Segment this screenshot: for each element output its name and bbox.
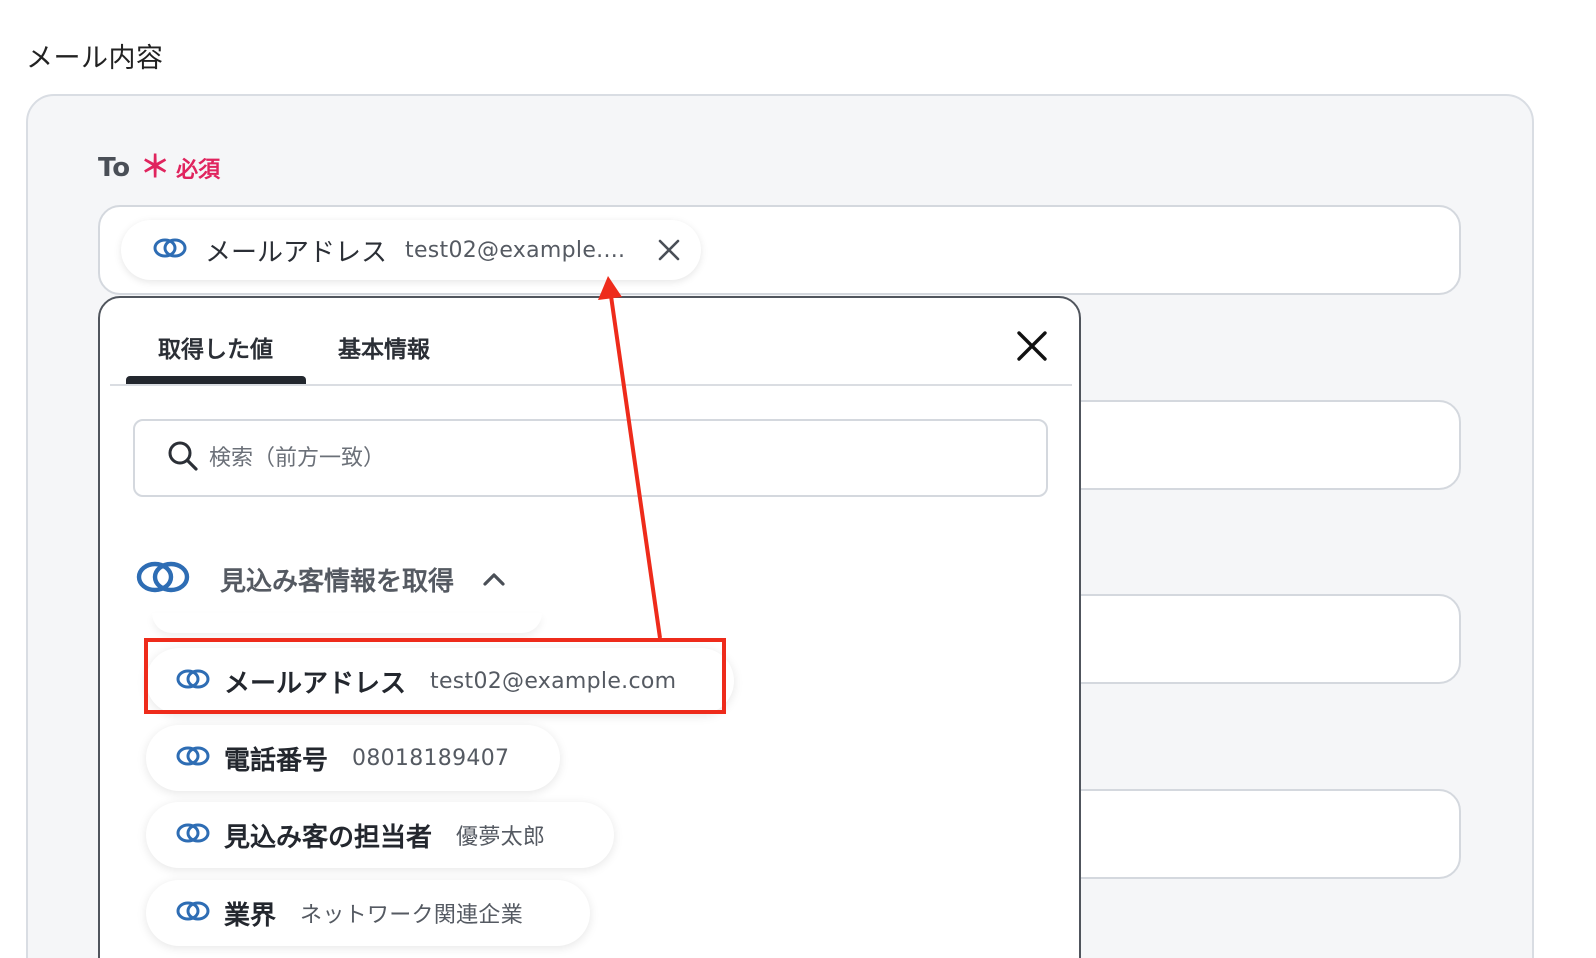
tab-basic-info[interactable]: 基本情報	[338, 330, 430, 364]
tab-acquired-values[interactable]: 取得した値	[158, 330, 273, 364]
link-rings-icon	[136, 559, 190, 599]
chip-value: test02@example....	[405, 237, 626, 263]
group-title: 見込み客情報を取得	[220, 566, 455, 597]
link-rings-icon	[176, 745, 210, 771]
chevron-up-icon[interactable]	[482, 567, 506, 591]
list-item-value: ネットワーク関連企業	[300, 903, 524, 928]
list-item-label: メールアドレス	[224, 668, 407, 699]
link-rings-icon	[176, 900, 210, 926]
to-label-text: To	[98, 153, 131, 183]
chip-label: メールアドレス	[205, 237, 388, 268]
link-rings-icon	[153, 237, 187, 263]
list-item-label: 業界	[224, 900, 277, 931]
close-icon[interactable]	[1014, 328, 1050, 364]
scrolled-item-edge	[152, 613, 542, 633]
active-tab-indicator	[126, 376, 306, 384]
link-rings-icon	[176, 668, 210, 694]
list-item[interactable]: 業界 ネットワーク関連企業	[146, 880, 590, 946]
list-item-value: 08018189407	[352, 745, 510, 771]
to-field-label: To ＊ 必須	[98, 152, 220, 184]
list-item[interactable]: 見込み客の担当者 優夢太郎	[146, 802, 614, 868]
search-input[interactable]	[207, 444, 911, 472]
page: メール内容 To ＊ 必須 メールアドレス test02@example....…	[0, 0, 1596, 958]
list-item[interactable]: メールアドレス test02@example.com	[146, 648, 734, 714]
value-picker-popover: 取得した値 基本情報 検索（前方一致） 見込み客情報を取得 メールアドレス te…	[98, 296, 1081, 958]
search-field[interactable]	[133, 419, 1048, 497]
list-item-label: 見込み客の担当者	[224, 822, 433, 853]
remove-chip-icon[interactable]	[655, 236, 683, 264]
required-text: 必須	[176, 158, 221, 183]
list-item-value: test02@example.com	[430, 668, 677, 694]
search-icon	[167, 440, 199, 476]
list-item[interactable]: 電話番号 08018189407	[146, 725, 560, 791]
group-header[interactable]: 見込み客情報を取得	[136, 556, 506, 602]
link-rings-icon	[176, 822, 210, 848]
list-item-value: 優夢太郎	[456, 825, 546, 850]
to-value-chip[interactable]: メールアドレス test02@example....	[121, 220, 701, 280]
list-item-label: 電話番号	[224, 745, 329, 776]
picker-tabs: 取得した値 基本情報	[110, 298, 1072, 386]
section-title: メール内容	[26, 43, 164, 74]
required-asterisk: ＊	[140, 150, 171, 185]
